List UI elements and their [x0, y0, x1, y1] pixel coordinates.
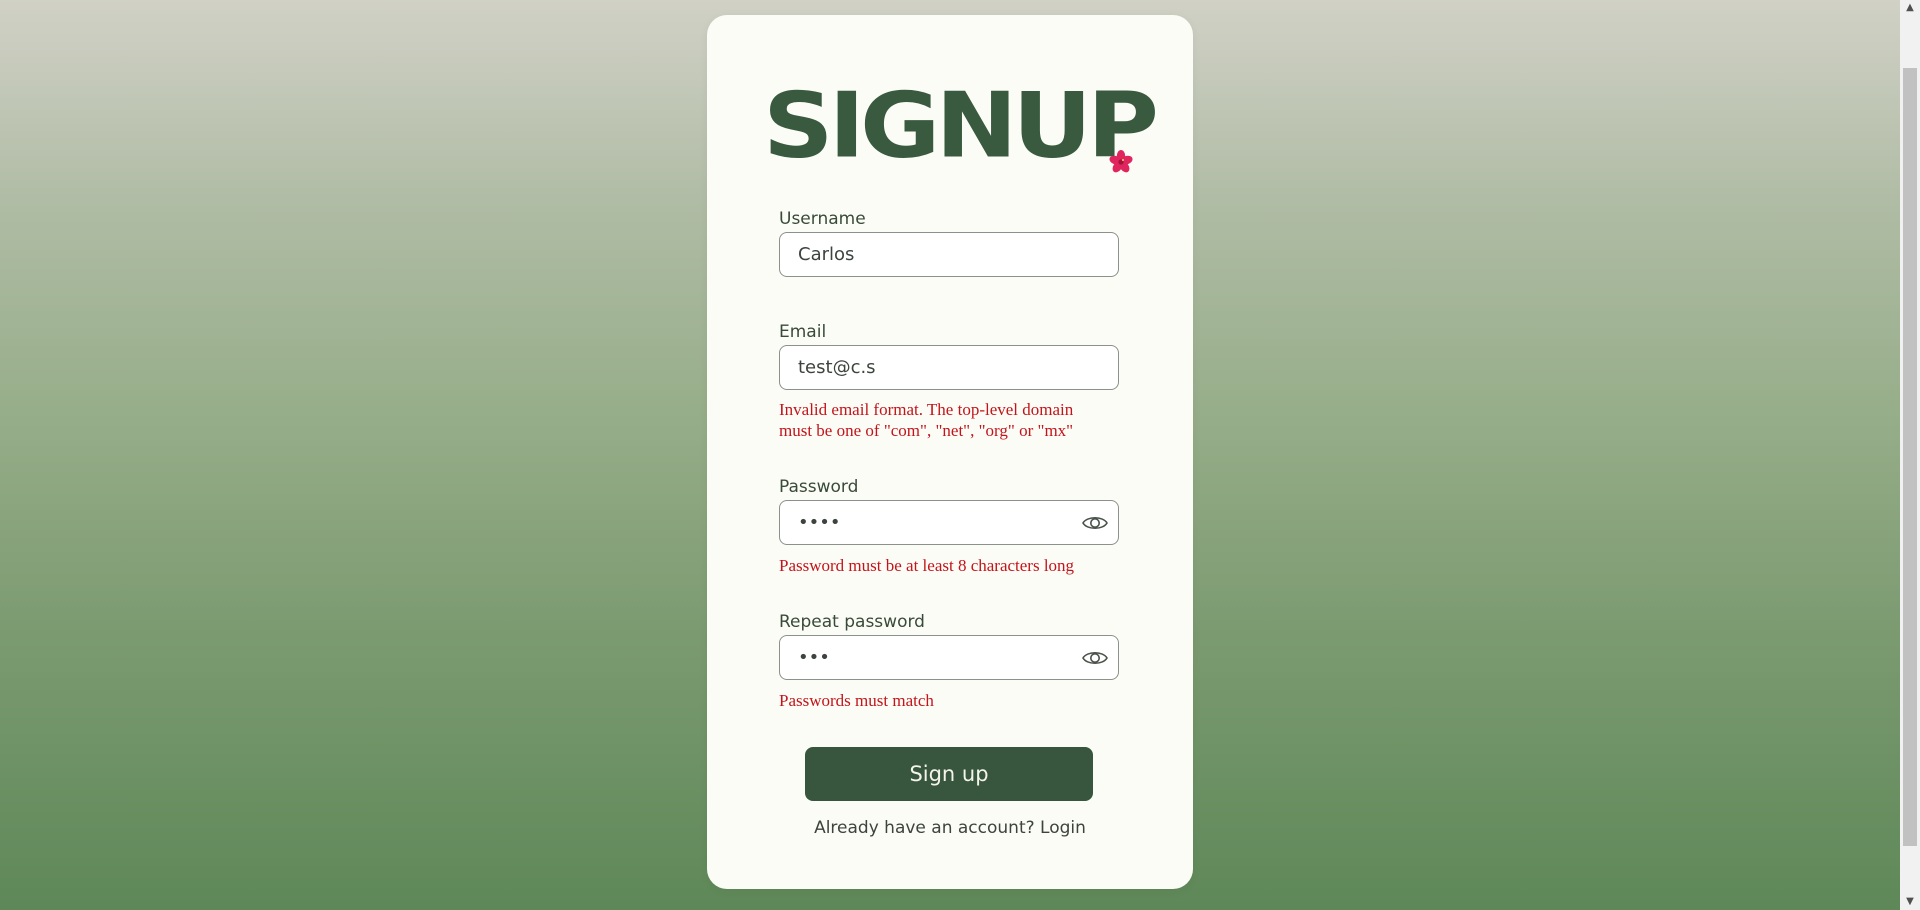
- email-input[interactable]: [780, 346, 1118, 389]
- password-error-message: Password must be at least 8 characters l…: [779, 556, 1075, 575]
- signup-card: SIGNUP Username Email Invalid email form…: [707, 15, 1193, 889]
- repeat-password-field-container: [779, 635, 1119, 680]
- username-field-container: [779, 232, 1119, 277]
- vertical-scrollbar[interactable]: ▲ ▼: [1900, 0, 1920, 910]
- password-field-container: [779, 500, 1119, 545]
- password-input[interactable]: [780, 501, 1118, 544]
- email-error-line-1: Invalid email format. The top-level doma…: [779, 400, 1074, 419]
- hibiscus-flower-icon: [1109, 150, 1133, 173]
- email-field-container: [779, 345, 1119, 390]
- username-input[interactable]: [780, 233, 1118, 276]
- scroll-down-arrow-icon[interactable]: ▼: [1900, 894, 1920, 910]
- login-prompt-text: Already have an account?: [814, 818, 1041, 838]
- login-prompt: Already have an account? Login: [707, 818, 1193, 838]
- email-error-line-2: must be one of "com", "net", "org" or "m…: [779, 421, 1074, 440]
- repeat-password-label: Repeat password: [779, 612, 925, 632]
- repeat-password-error-message: Passwords must match: [779, 691, 934, 710]
- email-label: Email: [779, 322, 827, 342]
- email-error-message: Invalid email format. The top-level doma…: [779, 399, 1119, 441]
- signup-title: SIGNUP: [763, 73, 1159, 179]
- login-link[interactable]: Login: [1040, 818, 1086, 838]
- scroll-up-arrow-icon[interactable]: ▲: [1900, 0, 1920, 16]
- eye-icon[interactable]: [1081, 647, 1109, 669]
- eye-icon[interactable]: [1081, 512, 1109, 534]
- password-label: Password: [779, 477, 859, 497]
- scrollbar-thumb[interactable]: [1903, 68, 1917, 846]
- repeat-password-input[interactable]: [780, 636, 1118, 679]
- sign-up-button[interactable]: Sign up: [805, 747, 1093, 801]
- username-label: Username: [779, 209, 866, 229]
